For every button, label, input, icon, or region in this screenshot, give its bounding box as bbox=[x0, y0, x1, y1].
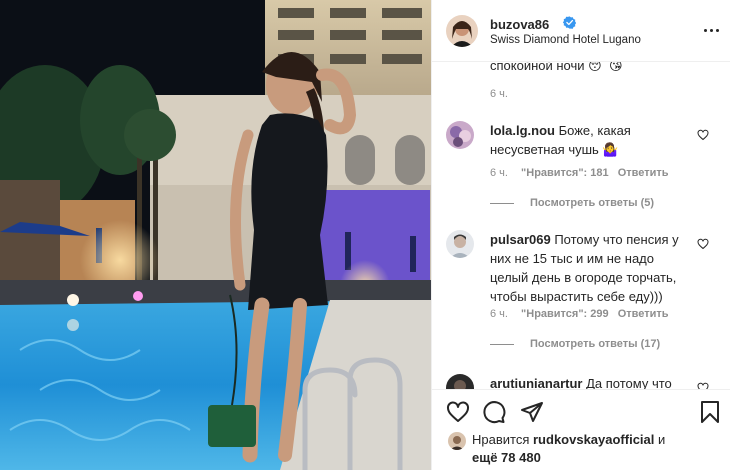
post-location[interactable]: Swiss Diamond Hotel Lugano bbox=[490, 34, 641, 46]
likes-count-link[interactable]: ещё 78 480 bbox=[472, 450, 541, 465]
more-options-icon[interactable] bbox=[703, 22, 719, 38]
comment-text: Да потому что bbox=[586, 376, 672, 389]
reply-button[interactable]: Ответить bbox=[618, 308, 669, 320]
view-replies-label: Посмотреть ответы (17) bbox=[530, 338, 661, 350]
comment-time[interactable]: 6 ч. bbox=[490, 308, 508, 320]
comment-username[interactable]: lola.lg.nou bbox=[490, 123, 555, 138]
post-header: buzova86 Swiss Diamond Hotel Lugano bbox=[432, 0, 730, 62]
comment-text: Боже, какая bbox=[558, 123, 631, 138]
comment-heart-icon[interactable] bbox=[697, 129, 709, 141]
likes-prefix: Нравится bbox=[472, 432, 530, 447]
comment-username[interactable]: arutiunianartur bbox=[490, 376, 582, 389]
post-actions-bar: Нравится rudkovskayaofficial и ещё 78 48… bbox=[432, 389, 730, 470]
post-photo[interactable] bbox=[0, 0, 431, 470]
comment-icon[interactable] bbox=[482, 400, 506, 424]
heart-icon[interactable] bbox=[446, 400, 470, 424]
comment-username[interactable]: pulsar069 bbox=[490, 232, 551, 247]
reply-button[interactable]: Ответить bbox=[618, 167, 669, 179]
verified-badge-icon bbox=[563, 16, 576, 29]
view-replies-label: Посмотреть ответы (5) bbox=[530, 197, 655, 209]
replies-divider bbox=[490, 343, 514, 345]
author-avatar[interactable] bbox=[446, 15, 478, 47]
comment-text: них не 15 тыс и им не надо bbox=[490, 251, 654, 266]
photo-image bbox=[0, 0, 431, 470]
liker-username[interactable]: rudkovskayaofficial bbox=[533, 432, 654, 447]
replies-divider bbox=[490, 202, 514, 204]
comments-list[interactable]: спокойной ночи 😴😘 6 ч. lola.lg.nou Боже,… bbox=[432, 62, 730, 389]
view-replies-button[interactable]: Посмотреть ответы (5) bbox=[490, 197, 654, 209]
bookmark-icon[interactable] bbox=[698, 400, 722, 424]
commenter-avatar[interactable] bbox=[446, 374, 474, 389]
comment-heart-icon[interactable] bbox=[697, 238, 709, 250]
commenter-avatar[interactable] bbox=[446, 121, 474, 149]
caption-time[interactable]: 6 ч. bbox=[490, 88, 508, 100]
comment-time[interactable]: 6 ч. bbox=[490, 167, 508, 179]
post-sidebar: buzova86 Swiss Diamond Hotel Lugano спок… bbox=[431, 0, 730, 470]
comment-likes[interactable]: "Нравится": 181 bbox=[521, 167, 609, 179]
liker-avatar[interactable] bbox=[448, 432, 466, 450]
view-replies-button[interactable]: Посмотреть ответы (17) bbox=[490, 338, 660, 350]
comment-likes[interactable]: "Нравится": 299 bbox=[521, 308, 609, 320]
author-username[interactable]: buzova86 bbox=[490, 17, 549, 32]
comment-text: целый день в огороде торчать, bbox=[490, 270, 677, 285]
likes-summary: Нравится rudkovskayaofficial и ещё 78 48… bbox=[472, 431, 722, 467]
commenter-avatar[interactable] bbox=[446, 230, 474, 258]
comment-text: несусветная чушь 🤷‍♀️ bbox=[490, 142, 619, 157]
caption-text: спокойной ночи 😴😘 bbox=[490, 62, 623, 73]
comment-text: чтобы вырастить себе еду))) bbox=[490, 289, 663, 304]
comment-heart-icon[interactable] bbox=[697, 382, 709, 389]
likes-and: и bbox=[658, 432, 666, 447]
paper-plane-icon[interactable] bbox=[520, 400, 544, 424]
comment-text: Потому что пенсия у bbox=[554, 232, 679, 247]
